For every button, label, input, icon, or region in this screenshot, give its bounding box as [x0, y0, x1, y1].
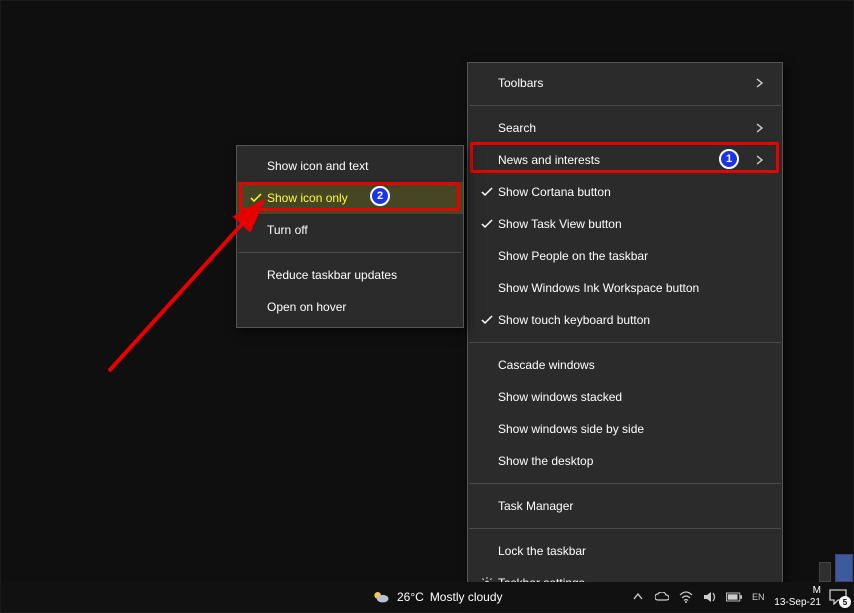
chevron-up-icon[interactable]	[630, 589, 646, 605]
menu-separator	[469, 342, 781, 343]
chevron-right-icon	[748, 78, 764, 88]
menu-item-label: Toolbars	[498, 76, 748, 90]
submenu-item-icon-only[interactable]: Show icon only	[237, 182, 463, 214]
menu-item-label: Cascade windows	[498, 358, 764, 372]
menu-item-label: Lock the taskbar	[498, 544, 764, 558]
menu-item-ink-workspace[interactable]: Show Windows Ink Workspace button	[468, 272, 782, 304]
menu-item-task-view-button[interactable]: Show Task View button	[468, 208, 782, 240]
weather-temp: 26°C	[397, 590, 424, 604]
weather-desc: Mostly cloudy	[430, 590, 503, 604]
chevron-right-icon	[748, 155, 764, 165]
cloud-sync-icon[interactable]	[654, 589, 670, 605]
submenu-item-reduce-updates[interactable]: Reduce taskbar updates	[237, 259, 463, 291]
pinned-app-icon[interactable]	[835, 554, 853, 582]
menu-item-label: Show Windows Ink Workspace button	[498, 281, 764, 295]
menu-item-lock-taskbar[interactable]: Lock the taskbar	[468, 535, 782, 567]
menu-separator	[238, 252, 462, 253]
wifi-icon[interactable]	[678, 589, 694, 605]
menu-item-label: Show Task View button	[498, 217, 764, 231]
menu-separator	[469, 105, 781, 106]
action-center-icon[interactable]: 5	[829, 589, 847, 605]
menu-item-label: News and interests	[498, 153, 748, 167]
menu-separator	[469, 483, 781, 484]
menu-item-task-manager[interactable]: Task Manager	[468, 490, 782, 522]
menu-item-cascade[interactable]: Cascade windows	[468, 349, 782, 381]
menu-item-label: Turn off	[267, 223, 445, 237]
chevron-right-icon	[748, 123, 764, 133]
language-icon[interactable]: EN	[750, 589, 766, 605]
menu-item-label: Show touch keyboard button	[498, 313, 764, 327]
menu-item-show-desktop[interactable]: Show the desktop	[468, 445, 782, 477]
submenu-item-icon-and-text[interactable]: Show icon and text	[237, 150, 463, 182]
check-icon	[245, 193, 267, 203]
news-interests-submenu: Show icon and text Show icon only Turn o…	[236, 145, 464, 328]
menu-item-label: Show windows side by side	[498, 422, 764, 436]
menu-item-label: Task Manager	[498, 499, 764, 513]
menu-item-label: Search	[498, 121, 748, 135]
weather-widget[interactable]: 26°C Mostly cloudy	[371, 587, 503, 607]
menu-item-search[interactable]: Search	[468, 112, 782, 144]
taskbar: 26°C Mostly cloudy EN M 13-Sep-21 5	[1, 582, 853, 612]
menu-item-news-and-interests[interactable]: News and interests	[468, 144, 782, 176]
menu-item-label: Show icon only	[267, 191, 445, 205]
menu-item-cortana-button[interactable]: Show Cortana button	[468, 176, 782, 208]
menu-item-label: Show People on the taskbar	[498, 249, 764, 263]
menu-item-label: Show the desktop	[498, 454, 764, 468]
menu-item-label: Show Cortana button	[498, 185, 764, 199]
menu-item-label: Show windows stacked	[498, 390, 764, 404]
menu-item-stacked[interactable]: Show windows stacked	[468, 381, 782, 413]
system-tray: EN M 13-Sep-21 5	[630, 585, 851, 609]
menu-item-label: Show icon and text	[267, 159, 445, 173]
check-icon	[476, 219, 498, 229]
submenu-item-turn-off[interactable]: Turn off	[237, 214, 463, 246]
notification-count: 5	[839, 596, 851, 608]
menu-item-toolbars[interactable]: Toolbars	[468, 67, 782, 99]
check-icon	[476, 315, 498, 325]
menu-separator	[469, 528, 781, 529]
taskbar-clock[interactable]: M 13-Sep-21	[774, 585, 821, 609]
clock-date: 13-Sep-21	[774, 597, 821, 609]
menu-item-people[interactable]: Show People on the taskbar	[468, 240, 782, 272]
menu-item-sidebyside[interactable]: Show windows side by side	[468, 413, 782, 445]
battery-icon[interactable]	[726, 589, 742, 605]
menu-item-touch-keyboard[interactable]: Show touch keyboard button	[468, 304, 782, 336]
pinned-app-icon[interactable]	[819, 562, 831, 582]
menu-item-label: Open on hover	[267, 300, 445, 314]
weather-icon	[371, 587, 391, 607]
taskbar-context-menu: Toolbars Search News and interests Show …	[467, 62, 783, 604]
menu-item-label: Reduce taskbar updates	[267, 268, 445, 282]
submenu-item-open-on-hover[interactable]: Open on hover	[237, 291, 463, 323]
clock-time: M	[813, 585, 821, 597]
check-icon	[476, 187, 498, 197]
volume-icon[interactable]	[702, 589, 718, 605]
